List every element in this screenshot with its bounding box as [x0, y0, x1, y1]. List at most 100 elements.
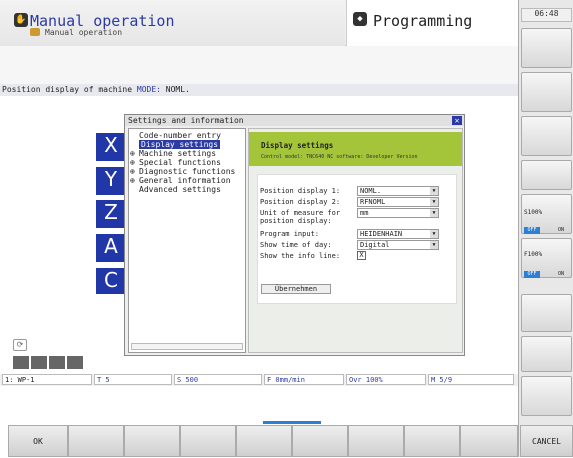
- clock: 06:48: [521, 8, 572, 22]
- tree-item-machine-settings[interactable]: Machine settings: [139, 149, 216, 158]
- feed-status: F 0mm/min: [264, 374, 344, 385]
- softkey-bar: OK CANCEL: [0, 425, 573, 457]
- softkey-empty[interactable]: [404, 425, 460, 457]
- select-value: RFNOML: [360, 198, 386, 206]
- horizontal-scrollbar[interactable]: [131, 343, 243, 350]
- cancel-button[interactable]: CANCEL: [520, 425, 573, 457]
- position-display-1-select[interactable]: NOML. ▼: [357, 186, 439, 196]
- time-of-day-select[interactable]: Digital ▼: [357, 240, 439, 250]
- status-block: [67, 356, 83, 369]
- empty-button[interactable]: [521, 336, 572, 372]
- position-display-2-select[interactable]: RFNOML ▼: [357, 197, 439, 207]
- sub-mode-icon: [30, 28, 40, 36]
- programming-panel[interactable]: ◆ Programming: [346, 0, 518, 46]
- tree-item-advanced-settings[interactable]: Advanced settings: [139, 185, 221, 194]
- axis-y: Y: [96, 167, 126, 195]
- chevron-down-icon: ▼: [430, 187, 438, 195]
- settings-dialog: Settings and information ✕ Code-number e…: [124, 114, 465, 356]
- panel-title: Display settings: [261, 141, 334, 150]
- softkey-empty[interactable]: [292, 425, 348, 457]
- field-label: Show time of day:: [260, 241, 332, 249]
- field-label: Show the info line:: [260, 252, 341, 260]
- softkey-empty[interactable]: [68, 425, 124, 457]
- unit-select[interactable]: mm ▼: [357, 208, 439, 218]
- refresh-icon[interactable]: ⟳: [13, 339, 27, 351]
- softkey-empty[interactable]: [460, 425, 518, 457]
- apply-button[interactable]: Übernehmen: [261, 284, 331, 294]
- workpiece-status: 1: WP-1: [2, 374, 92, 385]
- machine-m-button[interactable]: [521, 28, 572, 68]
- chevron-down-icon: ▼: [430, 198, 438, 206]
- spindle-status: S 500: [174, 374, 262, 385]
- softkey-empty[interactable]: [236, 425, 292, 457]
- f-off-badge: OFF: [524, 271, 540, 278]
- s-off-badge: OFF: [524, 227, 540, 234]
- mode-subtitle: Manual operation: [45, 28, 123, 37]
- tree-item-display-settings[interactable]: Display settings: [139, 140, 221, 149]
- tree-item-diagnostic-functions[interactable]: Diagnostic functions: [139, 167, 235, 176]
- select-value: mm: [360, 209, 369, 217]
- axis-c: C: [96, 268, 126, 294]
- s-on-label: ON: [558, 227, 565, 233]
- axis-z: Z: [96, 200, 126, 228]
- panel-header: Display settings Control model: TNC640 N…: [249, 132, 462, 166]
- tree-expand-icon[interactable]: ⊕: [130, 158, 135, 167]
- empty-button[interactable]: [521, 160, 572, 190]
- field-label: Program input:: [260, 230, 320, 238]
- tree-item-general-information[interactable]: General information: [139, 176, 231, 185]
- feed-override-button[interactable]: F100% OFF ON: [521, 238, 572, 278]
- chevron-down-icon: ▼: [430, 209, 438, 217]
- program-input-select[interactable]: HEIDENHAIN ▼: [357, 229, 439, 239]
- info-area: [0, 46, 518, 84]
- machine-t-button[interactable]: [521, 116, 572, 156]
- chevron-down-icon: ▼: [430, 230, 438, 238]
- tree-expand-icon[interactable]: ⊕: [130, 167, 135, 176]
- empty-button[interactable]: [521, 376, 572, 416]
- tool-status: T 5: [94, 374, 172, 385]
- close-icon[interactable]: ✕: [452, 116, 462, 125]
- mode-value: NOML.: [165, 85, 190, 94]
- f-on-label: ON: [558, 271, 565, 277]
- tree-expand-icon[interactable]: ⊕: [130, 149, 135, 158]
- softkey-indicator: [263, 421, 321, 424]
- f-override-label: F100%: [524, 251, 543, 258]
- tree-expand-icon[interactable]: ⊕: [130, 176, 135, 185]
- tree-item-code-number[interactable]: Code-number entry: [139, 131, 221, 140]
- status-bar: 1: WP-1 T 5 S 500 F 0mm/min Ovr 100% M 5…: [0, 374, 518, 386]
- tree-item-special-functions[interactable]: Special functions: [139, 158, 221, 167]
- softkey-empty[interactable]: [180, 425, 236, 457]
- field-label: Position display 2:: [260, 198, 341, 206]
- softkey-empty[interactable]: [348, 425, 404, 457]
- spindle-override-button[interactable]: S100% OFF ON: [521, 194, 572, 234]
- s-override-label: S100%: [524, 209, 543, 216]
- ok-button[interactable]: OK: [8, 425, 68, 457]
- status-block: [31, 356, 47, 369]
- settings-form: Position display 1: NOML. ▼ Position disp…: [257, 174, 457, 304]
- hand-icon: ✋: [14, 13, 28, 27]
- display-settings-panel: Display settings Control model: TNC640 N…: [248, 128, 463, 353]
- override-status: Ovr 100%: [346, 374, 426, 385]
- panel-subtitle: Control model: TNC640 NC software: Devel…: [261, 154, 418, 160]
- programming-icon: ◆: [353, 12, 367, 26]
- machine-s-button[interactable]: [521, 72, 572, 112]
- select-value: Digital: [360, 241, 390, 249]
- empty-button[interactable]: [521, 294, 572, 332]
- dialog-title: Settings and information: [125, 115, 464, 126]
- position-row: Position display of machine MODE: NOML.: [0, 84, 518, 96]
- m-function-status: M 5/9: [428, 374, 514, 385]
- info-line-checkbox[interactable]: X: [357, 251, 366, 260]
- select-value: NOML.: [360, 187, 382, 195]
- select-value: HEIDENHAIN: [360, 230, 403, 238]
- header: ✋ Manual operation Manual operation ◆ Pr…: [0, 0, 518, 46]
- axis-a: A: [96, 234, 126, 262]
- right-softkey-bar: 06:48 S100% OFF ON F100% OFF ON: [518, 0, 573, 457]
- status-block: [13, 356, 29, 369]
- axis-x: X: [96, 133, 126, 161]
- mode-panel: ✋ Manual operation Manual operation: [0, 0, 345, 46]
- mode-label: MODE:: [136, 85, 161, 94]
- field-label: Position display 1:: [260, 187, 341, 195]
- settings-tree: Code-number entry Display settings ⊕ Mac…: [128, 128, 246, 353]
- chevron-down-icon: ▼: [430, 241, 438, 249]
- programming-title: Programming: [373, 12, 473, 30]
- softkey-empty[interactable]: [124, 425, 180, 457]
